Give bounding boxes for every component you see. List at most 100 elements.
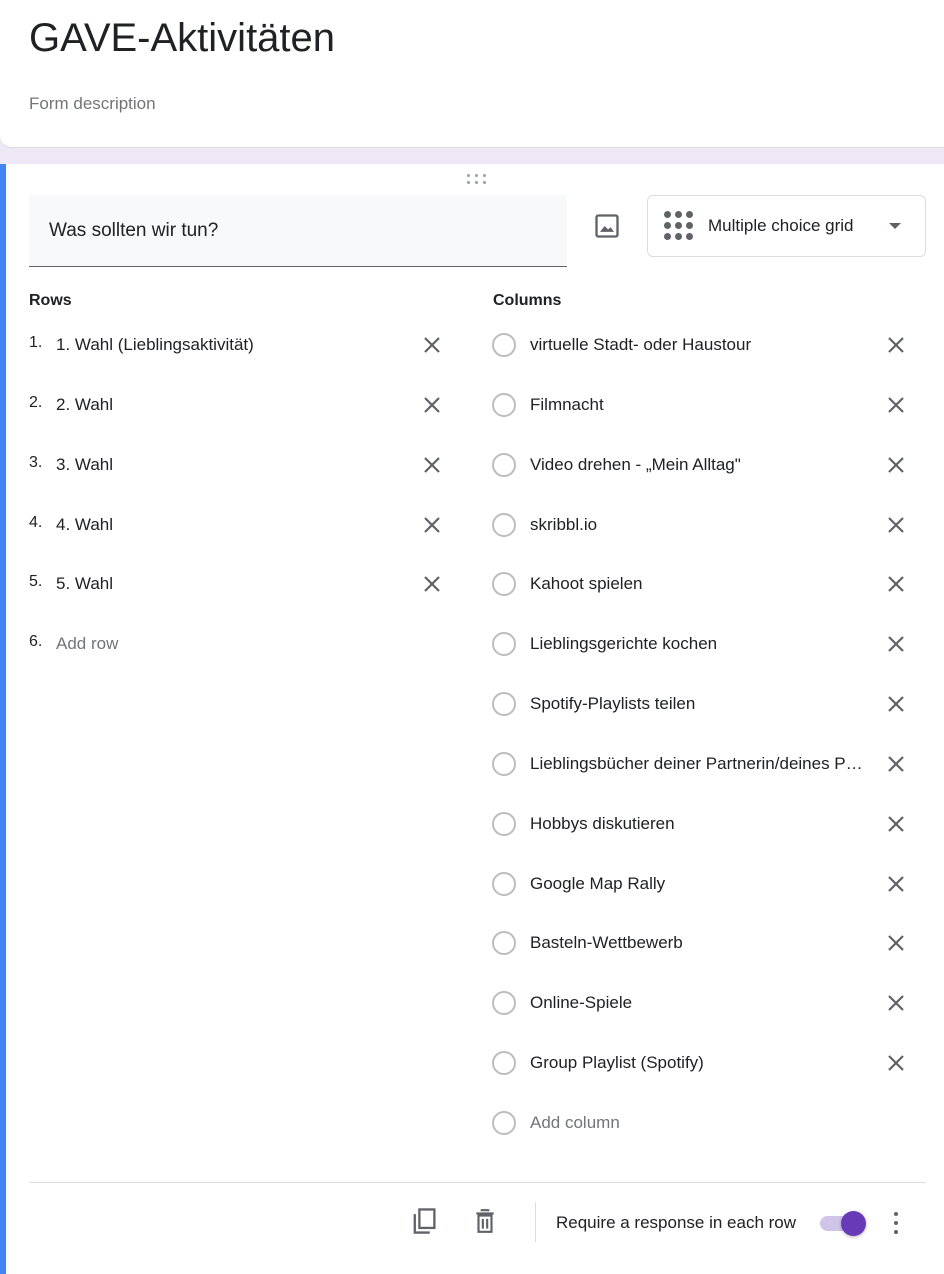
form-description-field[interactable]: Form description	[29, 94, 156, 114]
remove-column-icon[interactable]	[884, 453, 908, 477]
radio-icon	[492, 453, 516, 477]
remove-row-icon[interactable]	[420, 453, 444, 477]
radio-icon	[492, 692, 516, 716]
question-type-label: Multiple choice grid	[708, 216, 854, 235]
radio-icon	[492, 513, 516, 537]
radio-icon	[492, 931, 516, 955]
grid-row[interactable]: 2. 2. Wahl	[29, 385, 449, 425]
question-card[interactable]: Was sollten wir tun? Multiple choice gri…	[0, 164, 944, 1274]
duplicate-icon[interactable]	[410, 1206, 438, 1236]
radio-icon	[492, 812, 516, 836]
remove-row-icon[interactable]	[420, 572, 444, 596]
column-label-input[interactable]: virtuelle Stadt- oder Haustour	[530, 335, 751, 355]
column-label-input[interactable]: Filmnacht	[530, 395, 604, 415]
column-label-input[interactable]: skribbl.io	[530, 515, 597, 535]
radio-icon	[492, 1051, 516, 1075]
image-icon	[595, 214, 619, 238]
row-label-input[interactable]: 5. Wahl	[56, 574, 113, 594]
row-label-input[interactable]: 2. Wahl	[56, 395, 113, 415]
grid-row[interactable]: 5. 5. Wahl	[29, 564, 449, 604]
grid-column[interactable]: Lieblingsgerichte kochen	[492, 624, 922, 664]
grid-column[interactable]: Hobbys diskutieren	[492, 804, 922, 844]
grid-column[interactable]: skribbl.io	[492, 505, 922, 545]
remove-column-icon[interactable]	[884, 572, 908, 596]
add-column[interactable]: Add column	[492, 1103, 922, 1143]
column-label-input[interactable]: Google Map Rally	[530, 874, 665, 894]
remove-column-icon[interactable]	[884, 872, 908, 896]
grid-row[interactable]: 1. 1. Wahl (Lieblingsaktivität)	[29, 325, 449, 365]
grid-column[interactable]: Google Map Rally	[492, 864, 922, 904]
column-label-input[interactable]: Spotify-Playlists teilen	[530, 694, 695, 714]
column-label-input[interactable]: Online-Spiele	[530, 993, 632, 1013]
footer-vertical-divider	[535, 1202, 536, 1242]
grid-column[interactable]: Video drehen - „Mein Alltag"	[492, 445, 922, 485]
question-title-text: Was sollten wir tun?	[49, 220, 219, 241]
remove-column-icon[interactable]	[884, 333, 908, 357]
grid-column[interactable]: Kahoot spielen	[492, 564, 922, 604]
remove-column-icon[interactable]	[884, 931, 908, 955]
remove-column-icon[interactable]	[884, 1051, 908, 1075]
add-image-button[interactable]	[593, 212, 621, 240]
row-label-input[interactable]: 4. Wahl	[56, 515, 113, 535]
row-number: 1.	[29, 334, 43, 351]
radio-icon	[492, 752, 516, 776]
radio-icon	[492, 333, 516, 357]
row-label-input[interactable]: 1. Wahl (Lieblingsaktivität)	[56, 335, 254, 355]
rows-heading: Rows	[29, 292, 72, 309]
grid-icon	[664, 211, 694, 241]
grid-column[interactable]: Filmnacht	[492, 385, 922, 425]
remove-row-icon[interactable]	[420, 393, 444, 417]
row-number: 2.	[29, 394, 43, 411]
column-label-input[interactable]: Lieblingsgerichte kochen	[530, 634, 717, 654]
column-label-input[interactable]: Group Playlist (Spotify)	[530, 1053, 704, 1073]
radio-icon	[492, 572, 516, 596]
remove-column-icon[interactable]	[884, 812, 908, 836]
row-number: 6.	[29, 633, 43, 650]
grid-column[interactable]: Basteln-Wettbewerb	[492, 923, 922, 963]
remove-column-icon[interactable]	[884, 991, 908, 1015]
row-number: 4.	[29, 514, 43, 531]
columns-heading: Columns	[493, 292, 562, 309]
grid-column[interactable]: Group Playlist (Spotify)	[492, 1043, 922, 1083]
column-label-input[interactable]: Basteln-Wettbewerb	[530, 933, 683, 953]
radio-icon	[492, 991, 516, 1015]
remove-column-icon[interactable]	[884, 393, 908, 417]
form-header-card: GAVE-Aktivitäten Form description	[0, 0, 944, 148]
row-label-input[interactable]: 3. Wahl	[56, 455, 113, 475]
add-row[interactable]: 6. Add row	[29, 624, 449, 664]
toggle-knob	[841, 1211, 866, 1236]
grid-column[interactable]: Lieblingsbücher deiner Partnerin/deines …	[492, 744, 922, 784]
column-label-input[interactable]: Kahoot spielen	[530, 574, 642, 594]
grid-row[interactable]: 3. 3. Wahl	[29, 445, 449, 485]
column-label-input[interactable]: Video drehen - „Mein Alltag"	[530, 455, 741, 475]
radio-icon	[492, 1111, 516, 1135]
grid-column[interactable]: Spotify-Playlists teilen	[492, 684, 922, 724]
column-label-input[interactable]: Lieblingsbücher deiner Partnerin/deines …	[530, 754, 870, 774]
question-title-input[interactable]: Was sollten wir tun?	[29, 195, 567, 267]
dropdown-arrow-icon	[889, 223, 901, 229]
grid-row[interactable]: 4. 4. Wahl	[29, 505, 449, 545]
remove-row-icon[interactable]	[420, 513, 444, 537]
remove-column-icon[interactable]	[884, 632, 908, 656]
add-column-input[interactable]: Add column	[530, 1113, 620, 1133]
remove-row-icon[interactable]	[420, 333, 444, 357]
add-row-input[interactable]: Add row	[56, 634, 118, 654]
footer-divider-line	[29, 1182, 926, 1183]
require-response-label: Require a response in each row	[556, 1213, 797, 1232]
remove-column-icon[interactable]	[884, 752, 908, 776]
remove-column-icon[interactable]	[884, 513, 908, 537]
require-response-toggle[interactable]	[818, 1209, 868, 1237]
form-title[interactable]: GAVE-Aktivitäten	[29, 16, 335, 61]
radio-icon	[492, 632, 516, 656]
more-options-icon[interactable]	[887, 1208, 905, 1238]
radio-icon	[492, 872, 516, 896]
row-number: 5.	[29, 573, 43, 590]
row-number: 3.	[29, 454, 43, 471]
question-type-dropdown[interactable]: Multiple choice grid	[647, 195, 926, 257]
column-label-input[interactable]: Hobbys diskutieren	[530, 814, 675, 834]
remove-column-icon[interactable]	[884, 692, 908, 716]
drag-handle-icon[interactable]	[467, 174, 489, 186]
delete-icon[interactable]	[472, 1206, 498, 1236]
grid-column[interactable]: Online-Spiele	[492, 983, 922, 1023]
grid-column[interactable]: virtuelle Stadt- oder Haustour	[492, 325, 922, 365]
